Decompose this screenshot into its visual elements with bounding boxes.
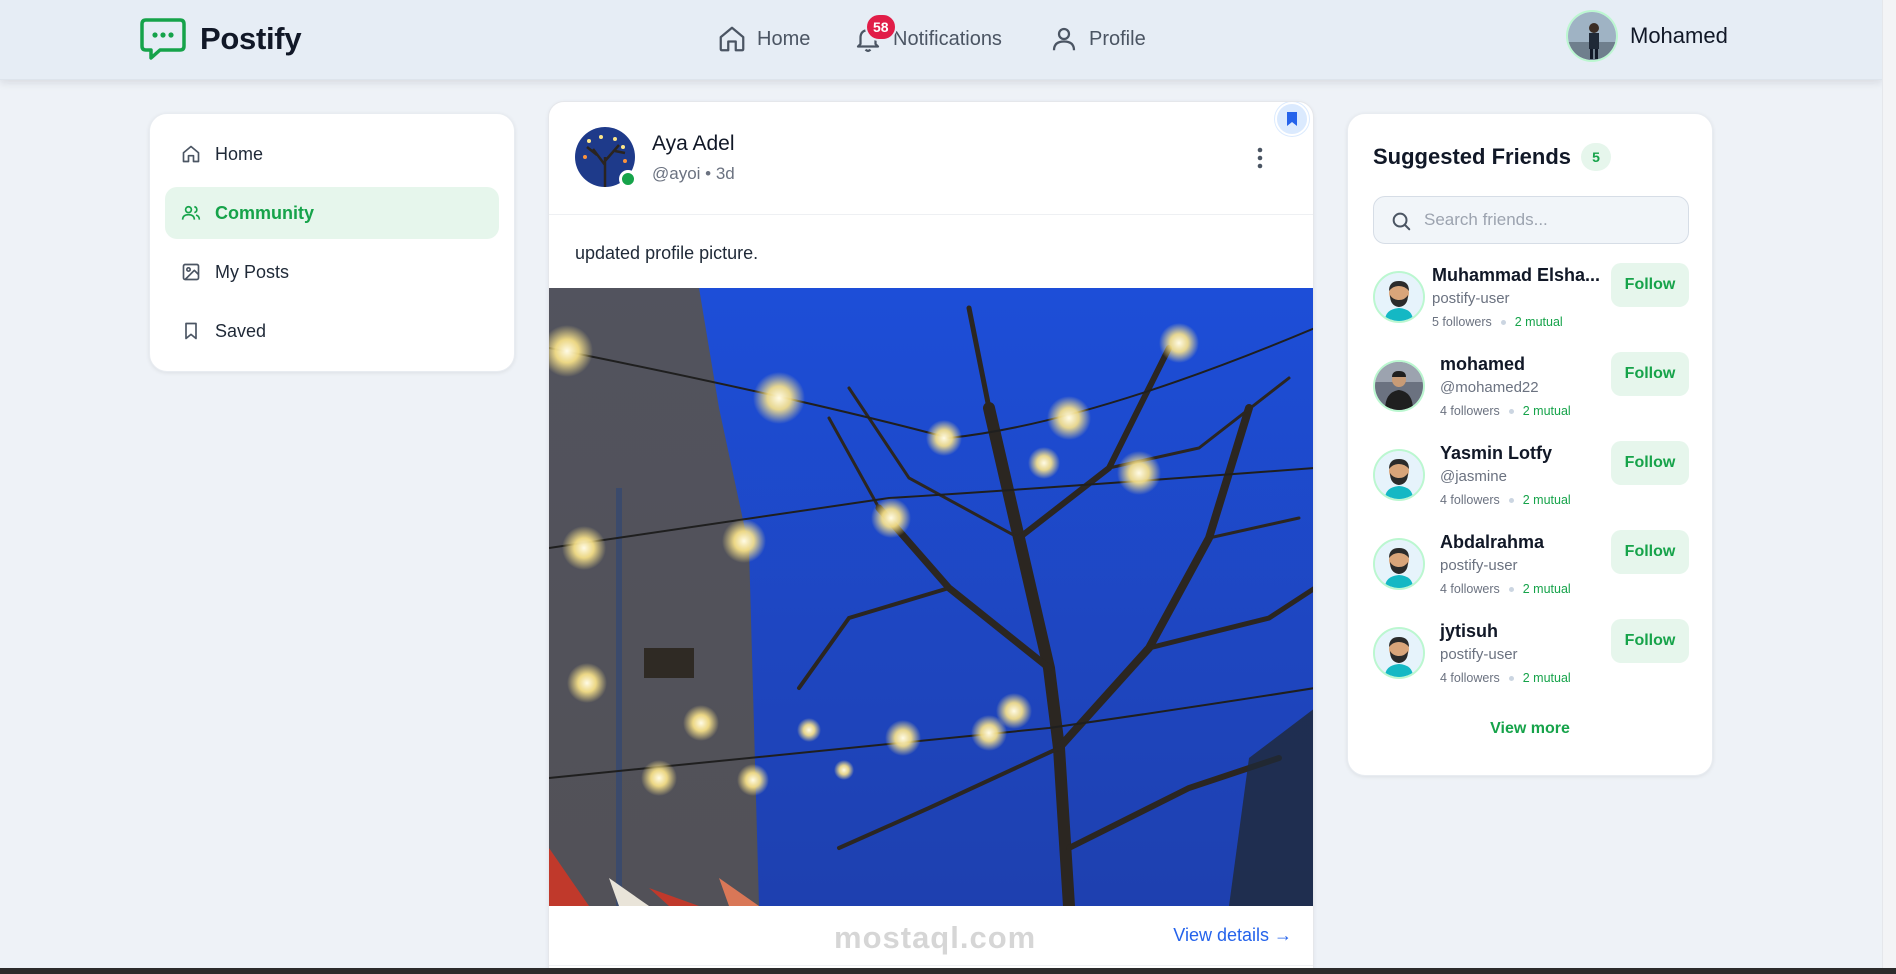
- notifications-icon-wrap: 58: [853, 13, 897, 54]
- friends-search: [1373, 196, 1689, 244]
- search-icon: [1392, 212, 1411, 231]
- more-vertical-icon: [1257, 147, 1263, 169]
- panel-title: Suggested Friends: [1373, 144, 1572, 169]
- mutual-count: 2 mutual: [1522, 404, 1571, 418]
- brand-logo[interactable]: Postify: [140, 17, 302, 61]
- sidebar-item-my-posts[interactable]: My Posts: [165, 246, 499, 298]
- separator-dot: [1508, 408, 1514, 414]
- follow-button[interactable]: Follow: [1611, 352, 1689, 396]
- avatar[interactable]: [1373, 449, 1425, 501]
- friend-stats: 5 followers 2 mutual: [1432, 315, 1563, 329]
- friend-stats: 4 followers 2 mutual: [1440, 671, 1571, 685]
- watermark-text: mostaql.com: [834, 920, 1037, 955]
- avatar[interactable]: [1373, 538, 1425, 590]
- sidebar-item-label: Home: [215, 143, 264, 164]
- nav-notifications-label: Notifications: [893, 27, 1002, 50]
- nav-profile[interactable]: Profile: [1049, 24, 1146, 54]
- post-image[interactable]: [549, 288, 1313, 912]
- separator-dot: [1508, 675, 1514, 681]
- friend-handle: @mohamed22: [1440, 379, 1539, 396]
- followers-count: 4 followers: [1440, 404, 1500, 418]
- sidebar-item-label: Community: [215, 202, 314, 223]
- user-name: Mohamed: [1630, 23, 1728, 48]
- friend-stats: 4 followers 2 mutual: [1440, 582, 1571, 596]
- followers-count: 4 followers: [1440, 493, 1500, 507]
- friend-name[interactable]: Muhammad Elsha...: [1432, 265, 1600, 286]
- sidebar-item-community[interactable]: Community: [165, 187, 499, 239]
- post-author-name[interactable]: Aya Adel: [652, 132, 735, 156]
- followers-count: 5 followers: [1432, 315, 1492, 329]
- friends-count-badge: 5: [1581, 143, 1611, 171]
- nav-home-label: Home: [757, 27, 811, 50]
- separator-dot: [1508, 497, 1514, 503]
- nav-profile-label: Profile: [1089, 27, 1146, 50]
- friend-handle: @jasmine: [1440, 468, 1507, 485]
- avatar[interactable]: [1373, 360, 1425, 412]
- post-card: Aya Adel @ayoi • 3d updated profile pict…: [548, 101, 1314, 974]
- sidebar-item-label: My Posts: [215, 261, 290, 282]
- post-header: Aya Adel @ayoi • 3d: [549, 102, 1313, 215]
- view-details-link[interactable]: View details →: [1173, 925, 1292, 946]
- save-post-button[interactable]: [1275, 102, 1309, 136]
- post-text: updated profile picture.: [575, 243, 759, 263]
- avatar: [1566, 10, 1618, 62]
- friend-handle: postify-user: [1432, 290, 1510, 307]
- view-more-link[interactable]: View more: [1348, 720, 1712, 738]
- friend-list-item: Yasmin Lotfy @jasmine 4 followers 2 mutu…: [1373, 441, 1689, 521]
- friend-handle: postify-user: [1440, 646, 1518, 663]
- home-icon: [182, 145, 200, 163]
- mutual-count: 2 mutual: [1514, 315, 1563, 329]
- bookmark-icon: [185, 322, 197, 340]
- online-status-indicator: [619, 170, 637, 188]
- avatar[interactable]: [1373, 271, 1425, 323]
- user-icon: [1052, 27, 1076, 51]
- image-icon: [182, 263, 200, 281]
- separator-dot: [1508, 586, 1514, 592]
- user-menu[interactable]: Mohamed: [1566, 10, 1728, 62]
- friend-stats: 4 followers 2 mutual: [1440, 493, 1571, 507]
- friend-list-item: jytisuh postify-user 4 followers 2 mutua…: [1373, 619, 1689, 699]
- nav-home[interactable]: Home: [717, 24, 810, 54]
- sidebar-item-saved[interactable]: Saved: [165, 305, 499, 357]
- chat-bubble-icon: [140, 18, 186, 60]
- friend-name[interactable]: Abdalrahma: [1440, 532, 1544, 553]
- window-bottom-edge: [0, 968, 1896, 974]
- post-options-button[interactable]: [1255, 146, 1265, 175]
- mutual-count: 2 mutual: [1522, 582, 1571, 596]
- top-navbar: Postify Home 58 Notifications Profile Mo…: [0, 0, 1882, 80]
- brand-name: Postify: [200, 21, 302, 56]
- follow-button[interactable]: Follow: [1611, 441, 1689, 485]
- suggested-friends-panel: Suggested Friends 5 Muhammad Elsha... po…: [1347, 113, 1713, 776]
- separator-dot: [1500, 319, 1506, 325]
- bookmark-icon: [1287, 112, 1297, 126]
- mutual-count: 2 mutual: [1522, 493, 1571, 507]
- nav-notifications[interactable]: 58 Notifications: [853, 13, 1002, 54]
- friend-list-item: mohamed @mohamed22 4 followers 2 mutual …: [1373, 352, 1689, 432]
- followers-count: 4 followers: [1440, 671, 1500, 685]
- sidebar-item-label: Saved: [215, 320, 267, 341]
- followers-count: 4 followers: [1440, 582, 1500, 596]
- scrollbar[interactable]: [1882, 0, 1896, 968]
- sidebar-menu: Home Community My Posts Saved: [149, 113, 515, 372]
- home-icon: [719, 26, 745, 52]
- friend-list-item: Abdalrahma postify-user 4 followers 2 mu…: [1373, 530, 1689, 610]
- friend-name[interactable]: mohamed: [1440, 354, 1525, 375]
- avatar[interactable]: [1373, 627, 1425, 679]
- post-footer: mostaql.com View details →: [549, 906, 1313, 966]
- post-meta: @ayoi • 3d: [652, 164, 735, 183]
- friend-handle: postify-user: [1440, 557, 1518, 574]
- follow-button[interactable]: Follow: [1611, 530, 1689, 574]
- users-icon: [181, 205, 201, 220]
- friend-name[interactable]: Yasmin Lotfy: [1440, 443, 1552, 464]
- follow-button[interactable]: Follow: [1611, 619, 1689, 663]
- sidebar-item-home[interactable]: Home: [165, 128, 499, 180]
- follow-button[interactable]: Follow: [1611, 263, 1689, 307]
- friend-name[interactable]: jytisuh: [1440, 621, 1498, 642]
- friend-list-item: Muhammad Elsha... postify-user 5 followe…: [1373, 263, 1689, 343]
- mutual-count: 2 mutual: [1522, 671, 1571, 685]
- search-friends-input[interactable]: [1424, 197, 1674, 243]
- friend-stats: 4 followers 2 mutual: [1440, 404, 1571, 418]
- notifications-badge: 58: [865, 13, 897, 41]
